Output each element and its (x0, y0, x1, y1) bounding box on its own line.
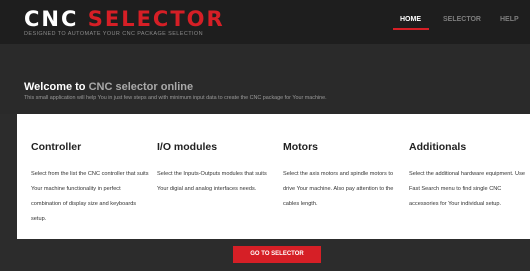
nav-help[interactable]: HELP (500, 16, 519, 23)
nav-selector[interactable]: SELECTOR (443, 16, 481, 23)
hero-title-accent: CNC selector online (88, 81, 194, 93)
nav-active-indicator (393, 28, 429, 30)
step-description: Select the additional hardware equipment… (409, 171, 525, 207)
go-to-selector-button[interactable]: GO TO SELECTOR (233, 246, 321, 263)
step-description: Select from the list the CNC controller … (31, 171, 149, 222)
step-title: Controller (31, 141, 82, 153)
logo[interactable]: CNC SELECTOR (24, 7, 225, 31)
hero-subtitle: This small application will help You in … (24, 95, 327, 101)
step-motors: Motors Select the axis motors and spindl… (283, 141, 401, 212)
step-controller: Controller Select from the list the CNC … (31, 141, 149, 227)
hero-title: Welcome to CNC selector online (24, 81, 193, 93)
logo-text-cnc: CNC (24, 7, 79, 31)
step-description: Select the Inputs-Outputs modules that s… (157, 171, 267, 192)
step-additionals: Additionals Select the additional hardwa… (409, 141, 527, 212)
nav-home[interactable]: HOME (400, 16, 421, 23)
hero-title-prefix: Welcome to (24, 81, 86, 93)
logo-text-selector: SELECTOR (87, 7, 225, 31)
step-title: I/O modules (157, 141, 218, 153)
step-title: Motors (283, 141, 318, 153)
step-io-modules: I/O modules Select the Inputs-Outputs mo… (157, 141, 275, 197)
step-title: Additionals (409, 141, 467, 153)
tagline: DESIGNED TO AUTOMATE YOUR CNC PACKAGE SE… (24, 31, 203, 37)
hero-section (0, 44, 530, 114)
step-description: Select the axis motors and spindle motor… (283, 171, 394, 207)
